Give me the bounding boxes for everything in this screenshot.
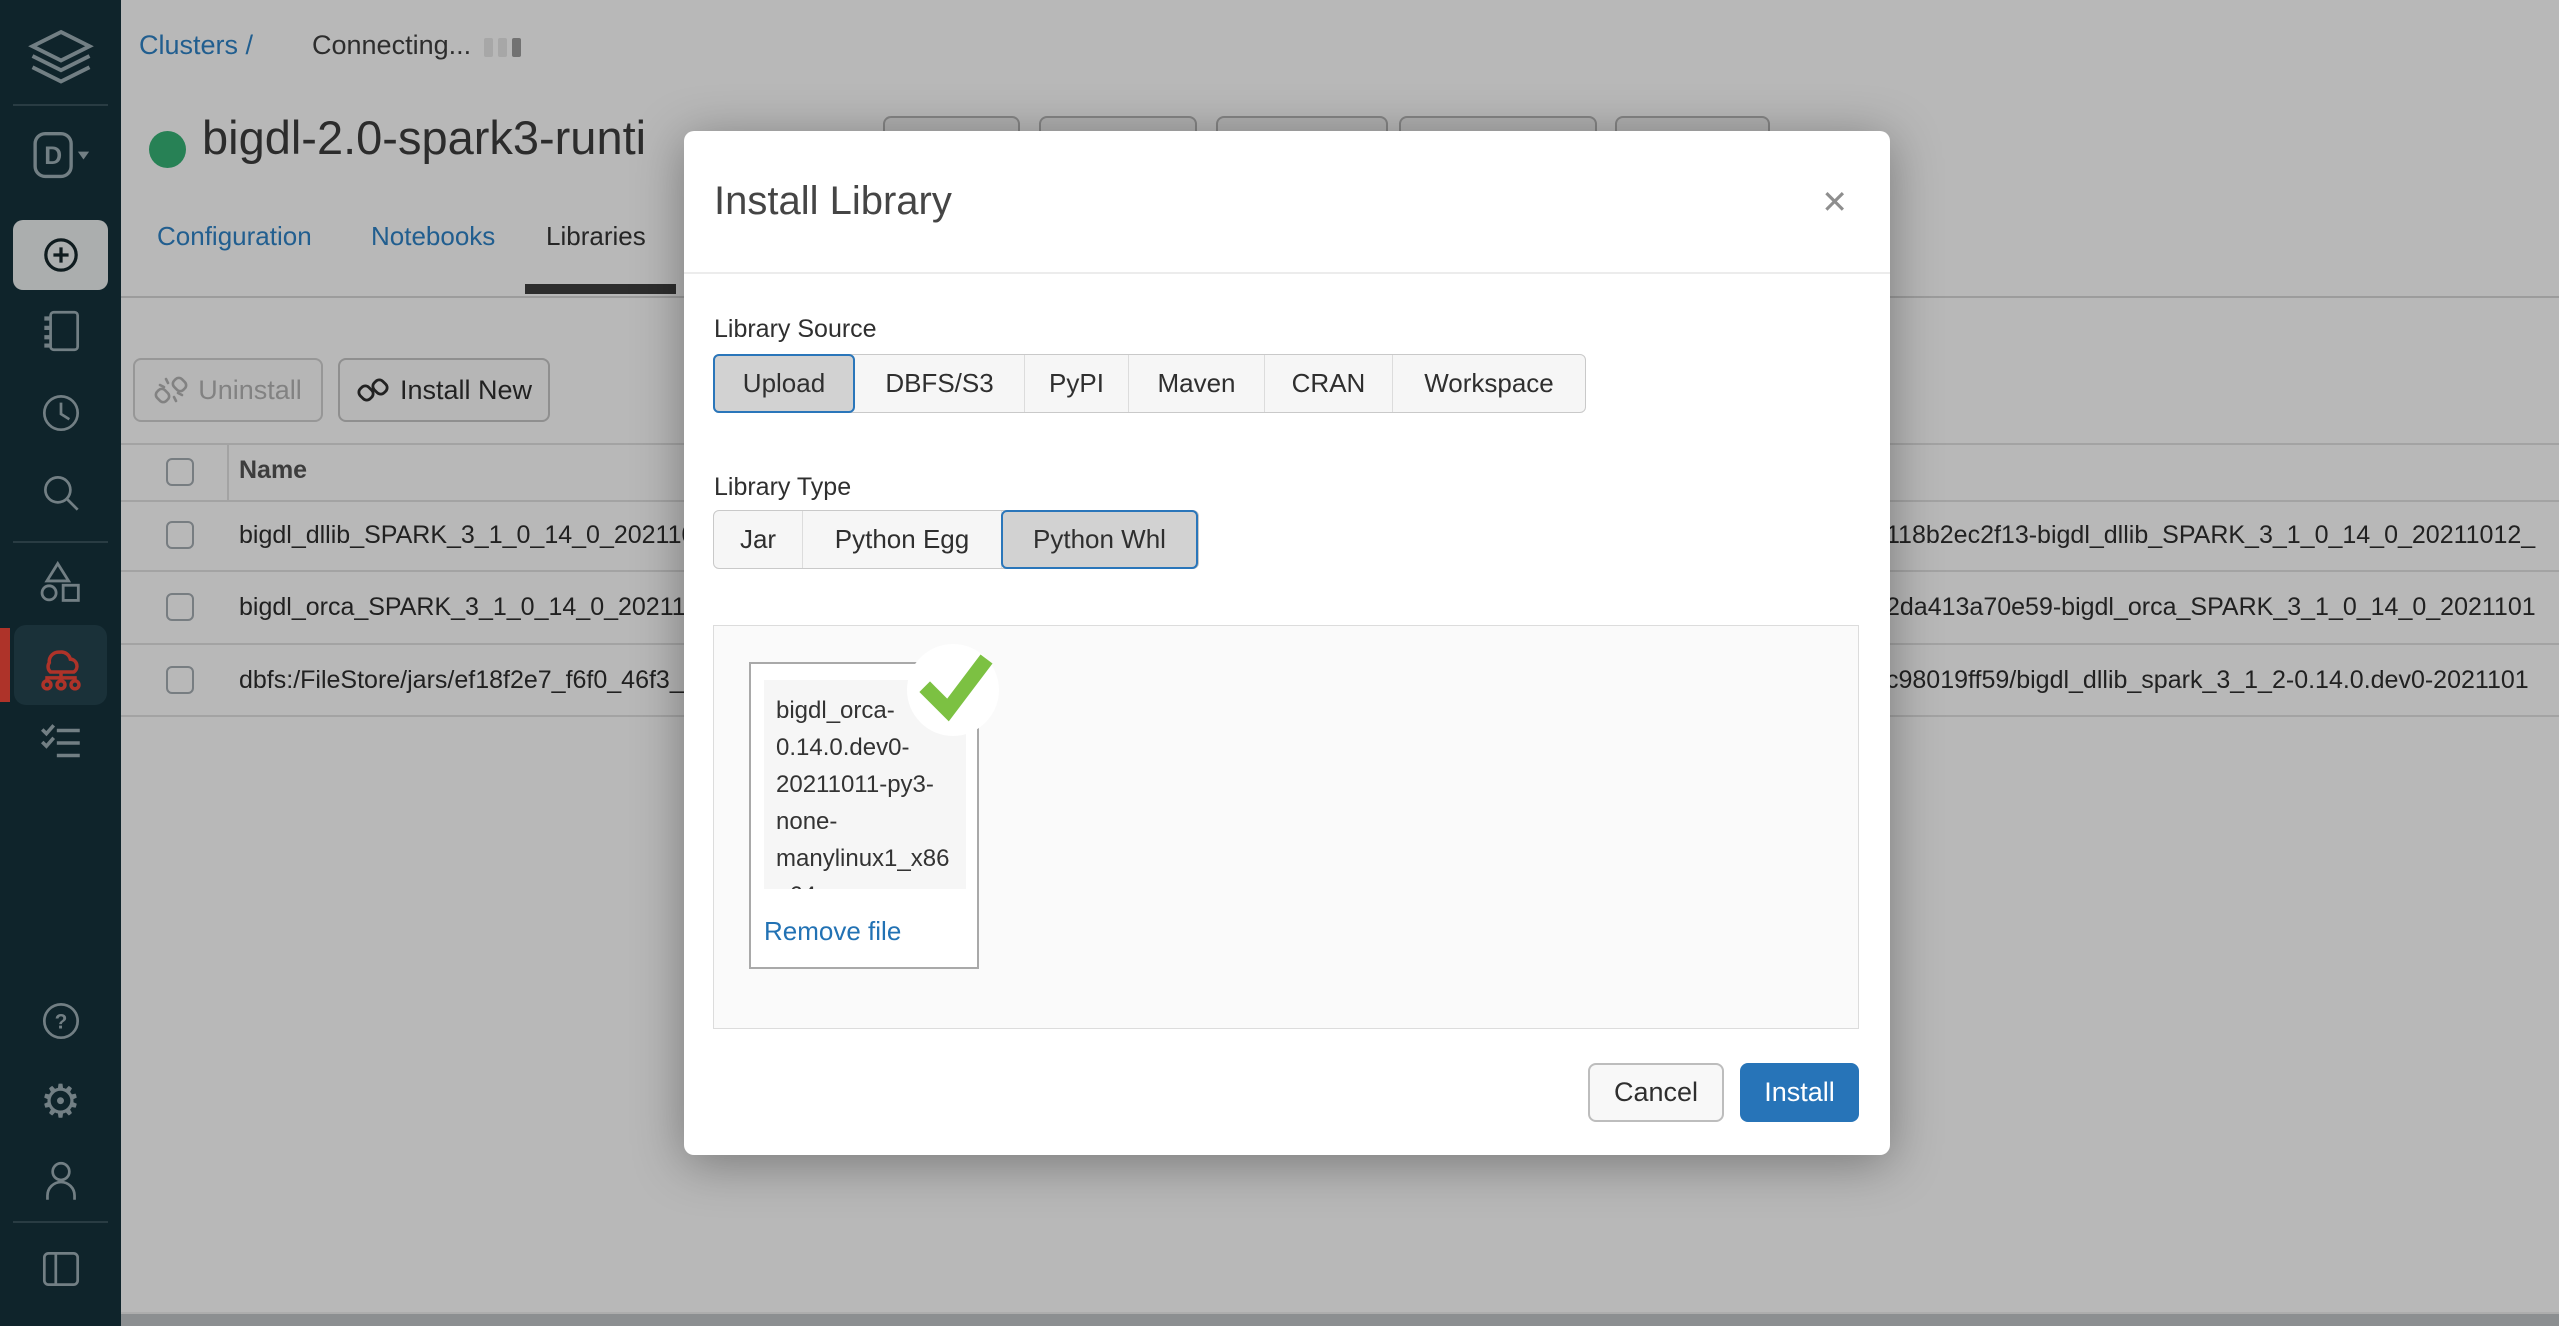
modal-title: Install Library (714, 179, 952, 224)
install-library-modal: Install Library ✕ Library Source Upload … (684, 131, 1890, 1155)
library-type-group: Jar Python Egg Python Whl (713, 510, 1199, 569)
source-option-pypi[interactable]: PyPI (1025, 355, 1129, 412)
close-icon[interactable]: ✕ (1821, 186, 1848, 218)
source-option-upload[interactable]: Upload (713, 354, 855, 413)
remove-file-link[interactable]: Remove file (764, 916, 901, 947)
cancel-button[interactable]: Cancel (1588, 1063, 1724, 1122)
library-type-label: Library Type (714, 473, 851, 502)
uploaded-file-card: bigdl_orca-0.14.0.dev0-20211011-py3-none… (749, 662, 979, 969)
source-option-workspace[interactable]: Workspace (1393, 355, 1585, 412)
library-source-label: Library Source (714, 315, 877, 344)
type-option-python-whl[interactable]: Python Whl (1001, 510, 1198, 569)
type-option-python-egg[interactable]: Python Egg (803, 511, 1002, 568)
source-option-maven[interactable]: Maven (1129, 355, 1265, 412)
modal-header-divider (684, 272, 1890, 274)
library-source-group: Upload DBFS/S3 PyPI Maven CRAN Workspace (713, 354, 1586, 413)
upload-success-check-icon (903, 640, 1003, 740)
file-dropzone[interactable]: bigdl_orca-0.14.0.dev0-20211011-py3-none… (713, 625, 1859, 1029)
install-button[interactable]: Install (1740, 1063, 1859, 1122)
databricks-clusters-page: D (0, 0, 2559, 1326)
source-option-dbfs-s3[interactable]: DBFS/S3 (855, 355, 1025, 412)
source-option-cran[interactable]: CRAN (1265, 355, 1393, 412)
type-option-jar[interactable]: Jar (714, 511, 803, 568)
